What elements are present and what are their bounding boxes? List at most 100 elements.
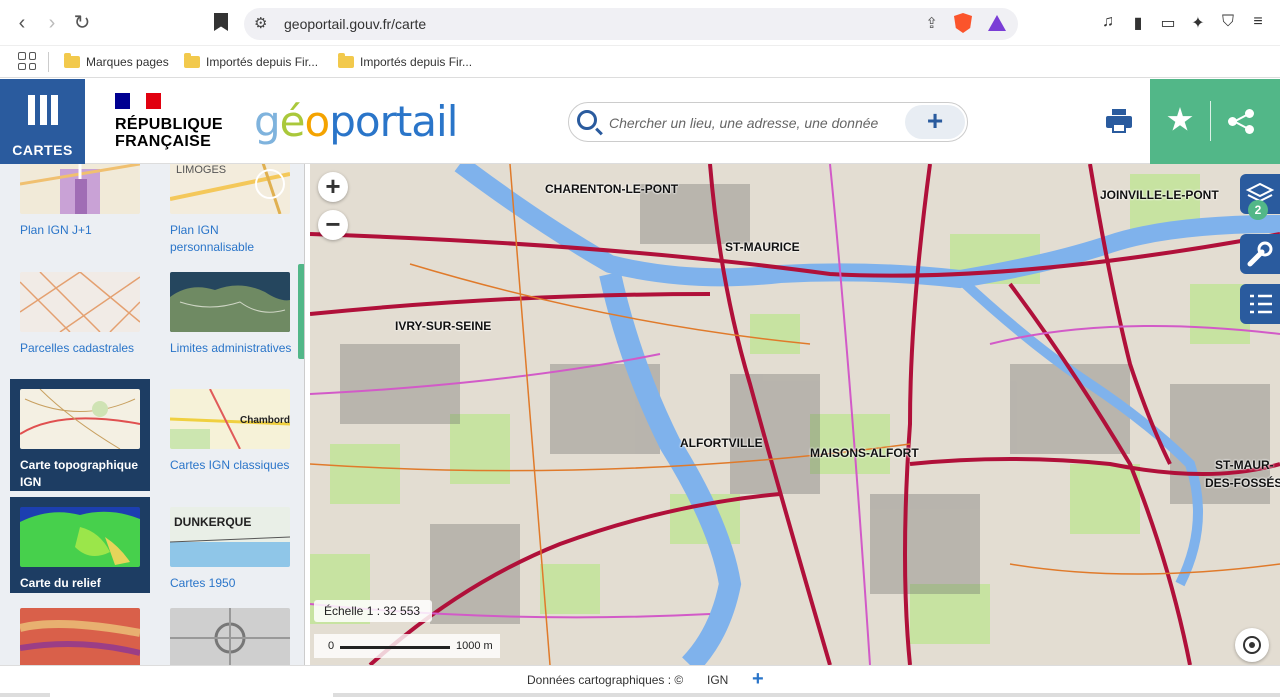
url-text[interactable]: geoportail.gouv.fr/carte (284, 16, 426, 32)
reload-icon[interactable]: ↻ (70, 11, 94, 35)
menu-icon[interactable]: ≡ (1247, 13, 1269, 31)
legend-button[interactable] (1240, 284, 1280, 324)
thumb-text: Chambord (240, 415, 290, 426)
maps-icon (28, 95, 58, 125)
tile-caption: Cartes 1950 (170, 576, 236, 590)
thumbnail (170, 272, 290, 332)
folder-icon (184, 53, 200, 68)
tile-plan-ign-j1[interactable]: Plan IGN J+1 (10, 164, 150, 254)
thumbnail (20, 272, 140, 332)
tile-caption: Carte topographique IGN (20, 458, 139, 489)
back-icon[interactable]: ‹ (10, 11, 34, 35)
sidebar-icon[interactable]: ▮ (1127, 13, 1149, 33)
thumb-text: DUNKERQUE (174, 515, 252, 529)
bookmark-label: Importés depuis Fir... (360, 55, 473, 69)
favorites-share-panel (1150, 79, 1280, 164)
tile-plan-ign-personnalisable[interactable]: LIMOGES Plan IGN personnalisable (160, 164, 300, 254)
search-input[interactable] (609, 112, 899, 134)
map-label: MAISONS-ALFORT (810, 446, 919, 460)
tile-carte-geologique[interactable] (10, 608, 150, 665)
folder-icon (338, 53, 354, 68)
advanced-search-button[interactable]: + (905, 105, 965, 139)
bookmark-label: Importés depuis Fir... (206, 55, 319, 69)
tile-cartes-1950[interactable]: DUNKERQUE Cartes 1950 (160, 497, 300, 593)
rf-line2: FRANÇAISE (115, 133, 212, 150)
share-icon[interactable] (1228, 109, 1254, 134)
tile-caption: Parcelles cadastrales (20, 341, 135, 355)
thumbnail: LIMOGES (170, 164, 290, 214)
scale-bar: 0 1000 m (314, 634, 500, 658)
site-settings-icon[interactable]: ⚙ (254, 14, 267, 32)
share-page-icon[interactable]: ⇪ (925, 14, 938, 32)
media-icon[interactable]: ♫ (1097, 13, 1119, 31)
thumbnail (20, 507, 140, 567)
map-label: DES-FOSSÉS (1205, 476, 1280, 490)
scale-readout: Échelle 1 : 32 553 (314, 600, 432, 622)
tile-carte-du-relief[interactable]: Carte du relief (10, 497, 150, 593)
layers-manager-button[interactable]: 2 (1240, 174, 1280, 220)
search-box: + (568, 102, 968, 142)
tools-button[interactable] (1240, 234, 1280, 274)
scale-distance: 1000 m (456, 640, 493, 652)
marianne-flag-icon (115, 93, 161, 109)
zoom-out-button[interactable]: − (318, 210, 348, 240)
map-label: JOINVILLE-LE-PONT (1100, 188, 1219, 202)
tile-cartes-ign-classiques[interactable]: Chambord Cartes IGN classiques (160, 379, 300, 491)
tile-caption: Carte du relief (20, 576, 101, 590)
republique-francaise-logo[interactable]: RÉPUBLIQUE FRANÇAISE (115, 93, 223, 150)
map-label: ST-MAUR- (1215, 458, 1274, 472)
sidebar-scrollbar[interactable] (298, 264, 304, 359)
tile-caption: Plan IGN personnalisable (170, 223, 255, 254)
browser-toolbar: ‹ › ↻ ⚙ geoportail.gouv.fr/carte ⇪ ♫ ▮ ▭… (0, 0, 1280, 46)
tile-caption: Plan IGN J+1 (20, 223, 92, 237)
geolocate-button[interactable] (1235, 628, 1269, 662)
wallet-icon[interactable]: ▭ (1157, 13, 1179, 33)
tile-caption: Cartes IGN classiques (170, 458, 290, 472)
folder-icon (64, 53, 80, 68)
tile-caption: Limites administratives (170, 341, 292, 355)
brave-shield-icon[interactable] (954, 13, 972, 33)
credits-text: Données cartographiques : © (527, 673, 684, 687)
bookmark-icon[interactable] (214, 13, 228, 31)
more-credits-button[interactable]: + (752, 668, 764, 691)
bookmark-folder[interactable]: Importés depuis Fir... (184, 52, 318, 72)
thumbnail (20, 608, 140, 665)
bookmark-folder[interactable]: Marques pages (64, 52, 169, 72)
brave-rewards-icon[interactable] (988, 15, 1006, 31)
list-icon (1250, 294, 1272, 314)
crosshair-icon (1243, 636, 1261, 654)
address-bar[interactable]: ⚙ geoportail.gouv.fr/carte ⇪ (244, 8, 1018, 40)
vpn-icon[interactable]: ⛉ (1217, 13, 1239, 31)
thumb-text: LIMOGES (176, 164, 227, 176)
geoportail-logo[interactable]: géoportail (254, 97, 458, 146)
zoom-in-button[interactable]: + (318, 172, 348, 202)
layers-count-badge: 2 (1248, 200, 1268, 220)
tile-limites-administratives[interactable]: Limites administratives (160, 272, 300, 382)
map-view[interactable]: CHARENTON-LE-PONT ST-MAURICE IVRY-SUR-SE… (310, 164, 1280, 665)
thumbnail: DUNKERQUE (170, 507, 290, 567)
bookmark-label: Marques pages (86, 55, 169, 69)
map-footer: Données cartographiques : © IGN + (0, 665, 1280, 697)
map-label: IVRY-SUR-SEINE (395, 319, 492, 333)
tile-plans-anciens[interactable] (160, 608, 300, 665)
map-catalog-sidebar[interactable]: Plan IGN J+1 LIMOGES Plan IGN personnali… (0, 164, 305, 665)
apps-icon[interactable] (18, 52, 36, 70)
bookmarks-bar: Marques pages Importés depuis Fir... Imp… (0, 46, 1280, 78)
thumbnail: Chambord (170, 389, 290, 449)
bookmark-folder[interactable]: Importés depuis Fir... (338, 52, 472, 72)
provider-ign[interactable]: IGN (707, 673, 728, 687)
leo-ai-icon[interactable]: ✦ (1187, 13, 1209, 33)
tile-parcelles-cadastrales[interactable]: Parcelles cadastrales (10, 272, 150, 382)
cartes-menu-button[interactable]: CARTES (0, 79, 85, 164)
cartes-label: CARTES (12, 142, 73, 158)
forward-icon[interactable]: › (40, 11, 64, 35)
site-header: CARTES RÉPUBLIQUE FRANÇAISE géoportail + (0, 79, 1280, 164)
search-icon[interactable] (577, 110, 597, 130)
favorite-star-icon[interactable] (1167, 107, 1193, 131)
map-label: CHARENTON-LE-PONT (545, 182, 679, 196)
rf-line1: RÉPUBLIQUE (115, 116, 223, 133)
tile-carte-topographique-ign[interactable]: Carte topographique IGN (10, 379, 150, 491)
print-icon[interactable] (1106, 109, 1132, 133)
map-label: ALFORTVILLE (680, 436, 763, 450)
bookmarks-separator (48, 52, 49, 72)
